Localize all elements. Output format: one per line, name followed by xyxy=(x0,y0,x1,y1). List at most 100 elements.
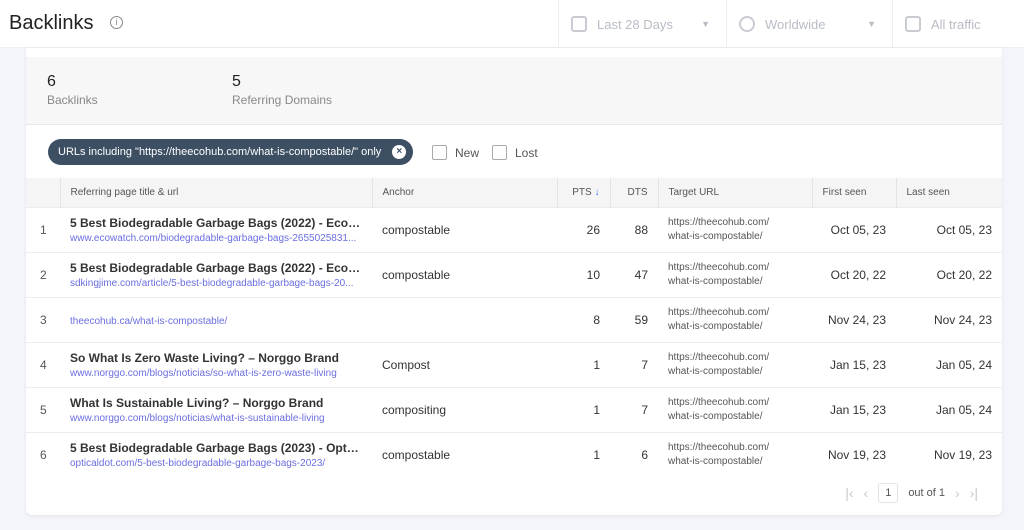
anchor-cell: compositing xyxy=(372,386,557,432)
page-title-link[interactable]: 5 Best Biodegradable Garbage Bags (2022)… xyxy=(70,261,362,275)
column-header-label: Anchor xyxy=(382,186,415,198)
column-header[interactable]: DTS xyxy=(609,178,658,207)
prev-page-icon[interactable]: ‹ xyxy=(864,485,869,501)
backlinks-table: Referring page title & url Anchor PTS ↓ DTS… xyxy=(26,178,1002,477)
target-url-line: https://theecohub.com/ xyxy=(668,216,770,228)
pagination: |‹ ‹ 1 out of 1 › ›| xyxy=(845,483,978,503)
dts-cell: 7 xyxy=(610,341,658,387)
anchor-cell: compostable xyxy=(372,431,557,477)
first-page-icon[interactable]: |‹ xyxy=(845,485,853,501)
pts-cell: 1 xyxy=(557,341,610,387)
referring-page-cell: What Is Sustainable Living? – Norggo Bra… xyxy=(60,386,372,432)
checkbox-box[interactable] xyxy=(492,145,507,160)
page-url-link[interactable]: www.ecowatch.com/biodegradable-garbage-b… xyxy=(70,233,362,244)
target-url-line: what-is-compostable/ xyxy=(668,455,763,467)
traffic-label: All traffic xyxy=(931,16,981,32)
anchor-cell: compostable xyxy=(372,251,557,297)
referring-page-cell: theecohub.ca/what-is-compostable/ xyxy=(60,296,372,342)
column-header[interactable]: First seen xyxy=(811,178,896,207)
target-url-line: what-is-compostable/ xyxy=(668,410,763,422)
page-title-link[interactable]: What Is Sustainable Living? – Norggo Bra… xyxy=(70,396,362,410)
last-seen-cell: Jan 05, 24 xyxy=(896,386,1002,432)
page-title-link[interactable]: 5 Best Biodegradable Garbage Bags (2023)… xyxy=(70,441,362,455)
page-input[interactable]: 1 xyxy=(878,483,899,503)
checkbox-box[interactable] xyxy=(432,145,447,160)
row-index: 5 xyxy=(26,386,60,432)
target-url-cell: https://theecohub.com/what-is-compostabl… xyxy=(658,296,812,342)
last-page-icon[interactable]: ›| xyxy=(970,485,978,501)
table-row[interactable]: 6 5 Best Biodegradable Garbage Bags (202… xyxy=(26,431,1002,477)
calendar-icon xyxy=(571,16,587,32)
target-url-cell: https://theecohub.com/what-is-compostabl… xyxy=(658,386,812,432)
lost-checkbox[interactable]: Lost xyxy=(492,145,538,160)
stat-backlinks: 6 Backlinks xyxy=(47,73,98,107)
row-index: 1 xyxy=(26,206,60,252)
table-row[interactable]: 4 So What Is Zero Waste Living? – Norggo… xyxy=(26,341,1002,387)
referring-page-cell: 5 Best Biodegradable Garbage Bags (2023)… xyxy=(60,431,372,477)
sort-desc-icon[interactable]: ↓ xyxy=(592,187,599,198)
table-row[interactable]: 1 5 Best Biodegradable Garbage Bags (202… xyxy=(26,206,1002,252)
column-header-label: Last seen xyxy=(906,186,950,198)
column-header-label: Target URL xyxy=(668,186,720,198)
column-header[interactable]: Target URL xyxy=(657,178,812,207)
page-url-link[interactable]: theecohub.ca/what-is-compostable/ xyxy=(70,316,362,327)
first-seen-cell: Jan 15, 23 xyxy=(812,386,896,432)
next-page-icon[interactable]: › xyxy=(955,485,960,501)
column-header[interactable]: Anchor xyxy=(371,178,557,207)
stat-label: Backlinks xyxy=(47,93,98,107)
column-header[interactable]: PTS ↓ xyxy=(556,178,610,207)
page-url-link[interactable]: opticaldot.com/5-best-biodegradable-garb… xyxy=(70,458,362,469)
table-row[interactable]: 3 theecohub.ca/what-is-compostable/ 8 59… xyxy=(26,296,1002,342)
dts-cell: 59 xyxy=(610,296,658,342)
table-row[interactable]: 5 What Is Sustainable Living? – Norggo B… xyxy=(26,386,1002,432)
target-url-cell: https://theecohub.com/what-is-compostabl… xyxy=(658,251,812,297)
column-header-label: PTS xyxy=(572,186,592,198)
pts-cell: 26 xyxy=(557,206,610,252)
dts-cell: 7 xyxy=(610,386,658,432)
location-dropdown[interactable]: Worldwide ▼ xyxy=(726,0,892,48)
chevron-down-icon: ▼ xyxy=(701,19,710,29)
chevron-down-icon: ▼ xyxy=(867,19,876,29)
row-index: 6 xyxy=(26,431,60,477)
traffic-dropdown[interactable]: All traffic xyxy=(892,0,1024,48)
date-range-label: Last 28 Days xyxy=(597,16,673,32)
page-title-link[interactable]: So What Is Zero Waste Living? – Norggo B… xyxy=(70,351,362,365)
first-seen-cell: Oct 05, 23 xyxy=(812,206,896,252)
lost-label: Lost xyxy=(515,145,538,160)
column-header[interactable]: Last seen xyxy=(895,178,1002,207)
referring-page-cell: 5 Best Biodegradable Garbage Bags (2022)… xyxy=(60,251,372,297)
filter-chip-label: URLs including "https://theecohub.com/wh… xyxy=(58,146,382,158)
pts-cell: 1 xyxy=(557,431,610,477)
target-url-line: what-is-compostable/ xyxy=(668,230,763,242)
last-seen-cell: Nov 24, 23 xyxy=(896,296,1002,342)
column-header[interactable]: Referring page title & url xyxy=(59,178,372,207)
column-header-label: First seen xyxy=(822,186,867,198)
new-checkbox[interactable]: New xyxy=(432,145,479,160)
row-index: 3 xyxy=(26,296,60,342)
anchor-cell: Compost xyxy=(372,341,557,387)
info-icon[interactable]: i xyxy=(110,16,123,29)
stat-value: 5 xyxy=(232,73,241,90)
row-index: 4 xyxy=(26,341,60,387)
table-row[interactable]: 2 5 Best Biodegradable Garbage Bags (202… xyxy=(26,251,1002,297)
stat-value: 6 xyxy=(47,73,56,90)
target-url-line: what-is-compostable/ xyxy=(668,365,763,377)
date-range-dropdown[interactable]: Last 28 Days ▼ xyxy=(558,0,726,48)
page-count: out of 1 xyxy=(908,487,946,499)
column-header xyxy=(26,178,60,207)
last-seen-cell: Oct 05, 23 xyxy=(896,206,1002,252)
first-seen-cell: Nov 19, 23 xyxy=(812,431,896,477)
dts-cell: 47 xyxy=(610,251,658,297)
page-url-link[interactable]: sdkingjime.com/article/5-best-biodegrada… xyxy=(70,278,362,289)
pts-cell: 8 xyxy=(557,296,610,342)
page-url-link[interactable]: www.norggo.com/blogs/noticias/so-what-is… xyxy=(70,368,362,379)
first-seen-cell: Oct 20, 22 xyxy=(812,251,896,297)
page-url-link[interactable]: www.norggo.com/blogs/noticias/what-is-su… xyxy=(70,413,362,424)
close-icon[interactable]: × xyxy=(392,145,407,159)
target-url-line: what-is-compostable/ xyxy=(668,320,763,332)
target-url-line: https://theecohub.com/ xyxy=(668,351,770,363)
devices-icon xyxy=(905,16,921,32)
stat-label: Referring Domains xyxy=(232,93,333,107)
anchor-cell: compostable xyxy=(372,206,557,252)
page-title-link[interactable]: 5 Best Biodegradable Garbage Bags (2022)… xyxy=(70,216,362,230)
